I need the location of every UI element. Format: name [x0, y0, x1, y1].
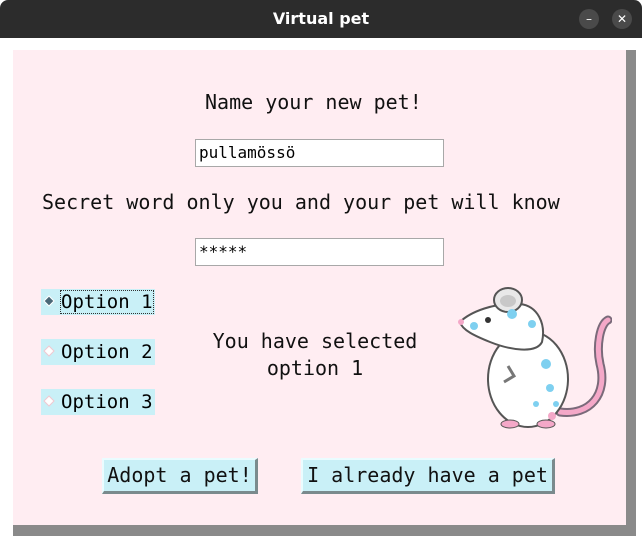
- radio-label: Option 3: [61, 391, 153, 413]
- panel-shadow-right: [626, 50, 636, 536]
- white-rat-icon: [458, 287, 612, 429]
- secret-label: Secret word only you and your pet will k…: [42, 190, 560, 214]
- radio-option-3[interactable]: Option 3: [41, 389, 155, 415]
- radio-unselected-icon: [43, 344, 55, 357]
- status-line-2: option 1: [266, 356, 364, 380]
- radio-label: Option 2: [61, 341, 153, 363]
- adopt-pet-button[interactable]: Adopt a pet!: [102, 458, 258, 494]
- minimize-button[interactable]: –: [579, 9, 599, 29]
- pet-name-input[interactable]: pullamössö: [195, 139, 444, 167]
- radio-unselected-icon: [43, 394, 55, 407]
- name-label: Name your new pet!: [205, 90, 422, 114]
- selection-status: You have selected option 1: [190, 328, 440, 382]
- panel-shadow-bottom: [13, 525, 636, 536]
- close-button[interactable]: ✕: [612, 9, 632, 29]
- radio-label: Option 1: [60, 290, 154, 314]
- secret-word-input[interactable]: *****: [195, 238, 444, 266]
- status-line-1: You have selected: [212, 329, 418, 353]
- radio-option-2[interactable]: Option 2: [41, 339, 155, 365]
- window-title: Virtual pet: [272, 9, 370, 28]
- radio-option-1[interactable]: Option 1: [41, 289, 155, 315]
- title-bar[interactable]: Virtual pet – ✕: [0, 0, 642, 38]
- existing-pet-button[interactable]: I already have a pet: [301, 458, 555, 494]
- app-window: Virtual pet – ✕ Name your new pet! pulla…: [0, 0, 642, 539]
- radio-selected-icon: [43, 294, 55, 307]
